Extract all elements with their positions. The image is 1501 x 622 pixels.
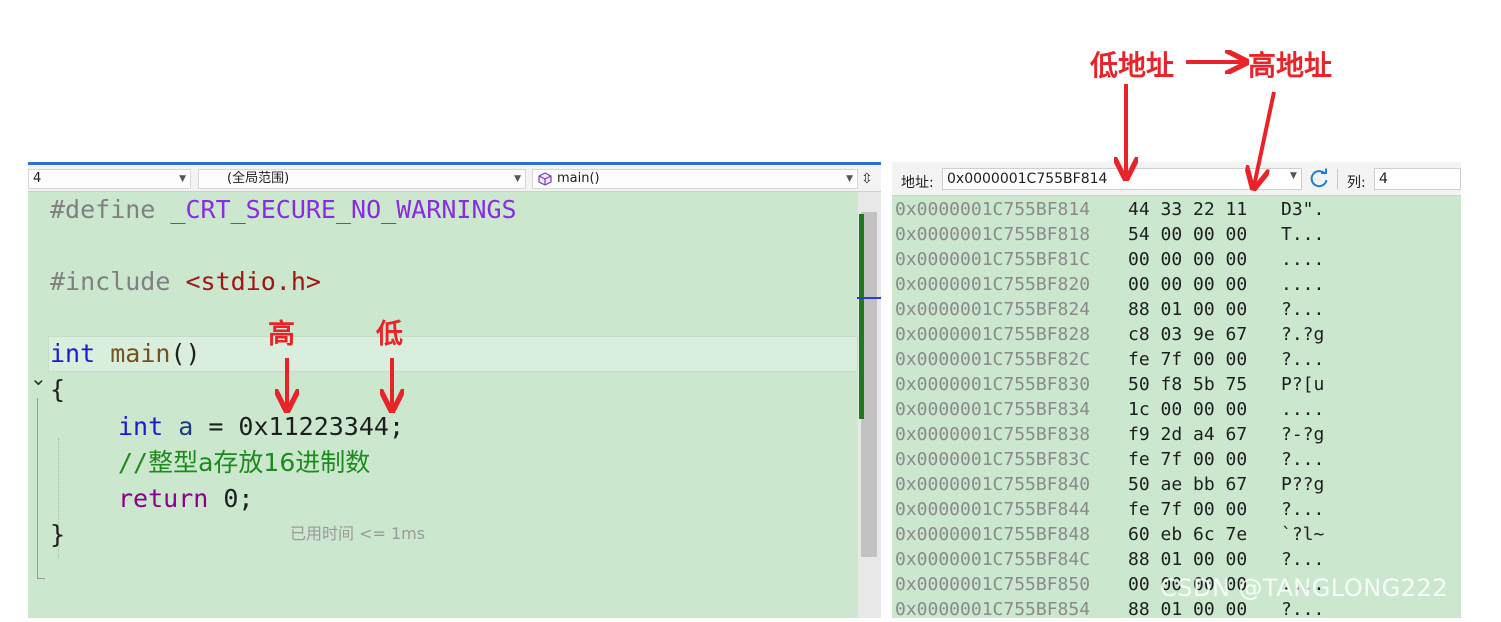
memory-row-bytes: 1c 00 00 00 — [1128, 399, 1248, 420]
scope-dropdown-value: (全局范围) — [227, 171, 290, 186]
chevron-down-icon: ▼ — [179, 174, 186, 184]
editor-navigation-bar: 4 ▼ (全局范围) ▼ main() ▼ ⇳ — [28, 165, 881, 192]
memory-row-chars: .... — [1281, 249, 1325, 270]
scope-dropdown[interactable]: (全局范围) ▼ — [198, 169, 526, 189]
memory-row-bytes: 50 f8 5b 75 — [1128, 374, 1248, 395]
project-dropdown[interactable]: 4 ▼ — [28, 169, 191, 189]
code-line-close-brace: } — [50, 520, 66, 549]
change-tracking-bar — [859, 214, 864, 419]
memory-row-address: 0x0000001C755BF828 — [895, 324, 1091, 345]
memory-row-address: 0x0000001C755BF81C — [895, 249, 1091, 270]
split-window-icon[interactable]: ⇳ — [861, 171, 873, 187]
memory-row-chars: .... — [1281, 274, 1325, 295]
memory-row-chars: P?[u — [1281, 374, 1325, 395]
code-line-comment: //整型a存放16进制数 — [118, 448, 371, 477]
memory-row-bytes: 50 ae bb 67 — [1128, 474, 1248, 495]
memory-row-chars: .... — [1281, 399, 1325, 420]
memory-toolbar: 地址: 0x0000001C755BF814 ▼ 列: 4 — [892, 162, 1461, 196]
code-text-area[interactable]: ⌄ #define _CRT_SECURE_NO_WARNINGS #inclu… — [28, 192, 858, 618]
collapse-chevron-icon[interactable]: ⌄ — [30, 368, 47, 388]
watermark: CSDN @TANGLONG222 — [1160, 574, 1449, 602]
project-dropdown-value: 4 — [33, 171, 42, 186]
memory-row-bytes: 60 eb 6c 7e — [1128, 524, 1248, 545]
memory-row-chars: ?... — [1281, 499, 1325, 520]
memory-row-bytes: c8 03 9e 67 — [1128, 324, 1248, 345]
memory-row-address: 0x0000001C755BF820 — [895, 274, 1091, 295]
memory-row-address: 0x0000001C755BF818 — [895, 224, 1091, 245]
code-editor-pane[interactable]: 4 ▼ (全局范围) ▼ main() ▼ ⇳ ⌄ #define _CRT_S… — [28, 162, 881, 618]
memory-row-chars: T... — [1281, 224, 1325, 245]
memory-row-bytes: 00 00 00 00 — [1128, 274, 1248, 295]
columns-label: 列: — [1347, 175, 1366, 191]
code-line-include: #include <stdio.h> — [50, 267, 321, 296]
high-address-annotation: 高地址 — [1248, 49, 1333, 82]
memory-row-address: 0x0000001C755BF840 — [895, 474, 1091, 495]
memory-row-address: 0x0000001C755BF854 — [895, 599, 1091, 620]
chevron-down-icon: ▼ — [846, 174, 853, 184]
address-label: 地址: — [901, 175, 934, 191]
memory-row-chars: ?... — [1281, 549, 1325, 570]
chevron-down-icon: ▼ — [514, 174, 521, 184]
memory-row-chars: D3". — [1281, 199, 1325, 220]
low-address-annotation: 低地址 — [1090, 49, 1175, 82]
code-line-return: return 0; — [118, 484, 254, 513]
code-line-main: int main() — [50, 339, 201, 368]
memory-row-address: 0x0000001C755BF848 — [895, 524, 1091, 545]
scope-guide-end — [37, 578, 45, 579]
memory-row-address: 0x0000001C755BF850 — [895, 574, 1091, 595]
memory-row-chars: ?... — [1281, 349, 1325, 370]
code-line-declaration: int a = 0x11223344; — [118, 412, 404, 441]
memory-row-bytes: 88 01 00 00 — [1128, 299, 1248, 320]
memory-row-address: 0x0000001C755BF834 — [895, 399, 1091, 420]
caret-position-marker — [857, 297, 881, 299]
function-dropdown[interactable]: main() ▼ — [532, 169, 858, 189]
chevron-down-icon[interactable]: ▼ — [1290, 171, 1297, 181]
memory-row-address: 0x0000001C755BF844 — [895, 499, 1091, 520]
memory-row-address: 0x0000001C755BF824 — [895, 299, 1091, 320]
code-line-define: #define _CRT_SECURE_NO_WARNINGS — [50, 195, 517, 224]
memory-row-chars: P??g — [1281, 474, 1325, 495]
memory-row-chars: ?.?g — [1281, 324, 1325, 345]
memory-row-chars: ?-?g — [1281, 424, 1325, 445]
memory-row-bytes: fe 7f 00 00 — [1128, 499, 1248, 520]
high-byte-annotation: 高 — [268, 319, 295, 350]
memory-row-bytes: f9 2d a4 67 — [1128, 424, 1248, 445]
memory-window[interactable]: 地址: 0x0000001C755BF814 ▼ 列: 4 0x0000001C… — [892, 162, 1461, 620]
scope-guide-line — [37, 398, 40, 578]
perf-tip-label: 已用时间 <= 1ms — [290, 524, 426, 543]
memory-row-address: 0x0000001C755BF830 — [895, 374, 1091, 395]
memory-row-chars: `?l~ — [1281, 524, 1325, 545]
low-byte-annotation: 低 — [376, 319, 403, 350]
memory-row-address: 0x0000001C755BF82C — [895, 349, 1091, 370]
memory-row-bytes: 00 00 00 00 — [1128, 249, 1248, 270]
address-input[interactable]: 0x0000001C755BF814 — [942, 168, 1302, 190]
memory-row-address: 0x0000001C755BF83C — [895, 449, 1091, 470]
memory-row-address: 0x0000001C755BF84C — [895, 549, 1091, 570]
memory-row-bytes: 54 00 00 00 — [1128, 224, 1248, 245]
toolbar-separator — [1337, 169, 1338, 189]
refresh-icon[interactable] — [1308, 168, 1330, 190]
memory-row-bytes: fe 7f 00 00 — [1128, 349, 1248, 370]
memory-row-chars: ?... — [1281, 449, 1325, 470]
memory-row-bytes: 88 01 00 00 — [1128, 549, 1248, 570]
memory-row-bytes: 44 33 22 11 — [1128, 199, 1248, 220]
code-line-open-brace: { — [50, 375, 66, 404]
function-cube-icon — [538, 172, 552, 186]
memory-row-bytes: fe 7f 00 00 — [1128, 449, 1248, 470]
memory-row-address: 0x0000001C755BF838 — [895, 424, 1091, 445]
function-dropdown-value: main() — [557, 171, 600, 186]
columns-input[interactable]: 4 — [1374, 168, 1461, 190]
memory-row-chars: ?... — [1281, 299, 1325, 320]
memory-row-address: 0x0000001C755BF814 — [895, 199, 1091, 220]
